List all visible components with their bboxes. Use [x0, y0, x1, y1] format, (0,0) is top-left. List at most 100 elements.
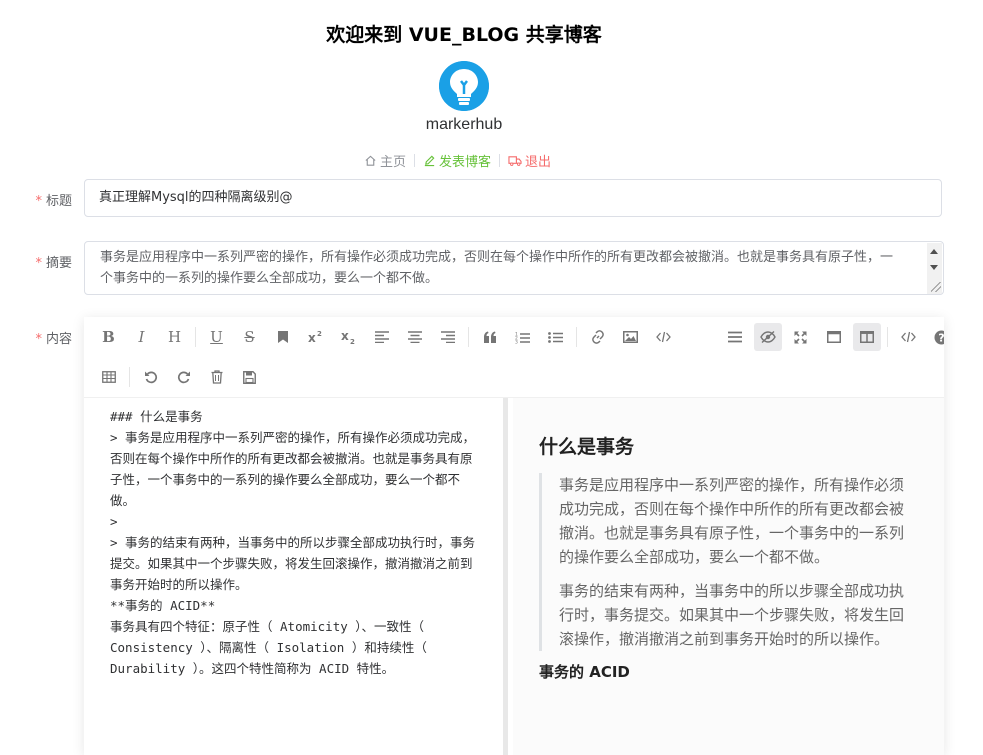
ordered-list-icon: 123 — [515, 331, 530, 344]
unordered-list-button[interactable] — [542, 323, 570, 351]
summary-text: 事务是应用程序中一系列严密的操作，所有操作必须成功完成，否则在每个操作中所作的所… — [100, 250, 894, 286]
preview-blockquote: 事务是应用程序中一系列严密的操作，所有操作必须成功完成，否则在每个操作中所作的所… — [539, 473, 918, 651]
bold-button[interactable]: B — [95, 323, 123, 351]
redo-button[interactable] — [170, 363, 198, 391]
toolbar-divider — [468, 327, 469, 347]
align-left-icon — [374, 331, 389, 343]
svg-text:2: 2 — [317, 330, 322, 338]
link-button[interactable] — [584, 323, 612, 351]
nav-home-label: 主页 — [380, 154, 407, 170]
title-input[interactable]: 真正理解Mysql的四种隔离级别@ — [84, 179, 942, 217]
ordered-list-button[interactable]: 123 — [509, 323, 537, 351]
quote-button[interactable] — [476, 323, 504, 351]
scroll-down-arrow-icon[interactable] — [930, 265, 938, 270]
subscript-button[interactable]: x2 — [335, 323, 363, 351]
unordered-list-icon — [548, 331, 563, 343]
avatar[interactable] — [439, 61, 489, 111]
summary-label-text: 摘要 — [45, 256, 72, 271]
toolbar-divider — [195, 327, 196, 347]
title-label: * 标题 — [0, 190, 72, 209]
header-icon: H — [167, 328, 182, 346]
undo-button[interactable] — [137, 363, 165, 391]
nav-logout-link[interactable]: 退出 — [508, 151, 551, 170]
mark-button[interactable] — [269, 323, 297, 351]
preview-quote-paragraph: 事务的结束有两种，当事务中的所以步骤全部成功执行时，事务提交。如果其中一个步骤失… — [559, 582, 905, 648]
header-button[interactable]: H — [161, 323, 189, 351]
username: markerhub — [425, 116, 503, 133]
svg-text:?: ? — [938, 331, 944, 344]
table-button[interactable] — [95, 363, 123, 391]
toolbar-row-2 — [92, 363, 266, 391]
edit-icon — [424, 155, 435, 166]
editor-toolbar: B I H U S x2 x2 1 2 3 — [84, 317, 944, 398]
site-title: 欢迎来到 VUE_BLOG 共享博客 — [326, 24, 602, 46]
resize-handle-icon[interactable] — [931, 282, 941, 292]
subscript-icon: x2 — [341, 330, 355, 344]
save-button[interactable] — [236, 363, 264, 391]
markdown-line: **事务的 ACID** — [110, 598, 216, 613]
summary-textarea[interactable]: 事务是应用程序中一系列严密的操作，所有操作必须成功完成，否则在每个操作中所作的所… — [84, 241, 944, 295]
scroll-up-arrow-icon[interactable] — [930, 249, 938, 254]
lightbulb-icon — [439, 61, 489, 111]
image-button[interactable] — [617, 323, 645, 351]
summary-label: * 摘要 — [0, 252, 72, 271]
undo-icon — [144, 371, 157, 384]
content-label-text: 内容 — [45, 332, 72, 347]
svg-text:x: x — [341, 330, 349, 343]
bold-icon: B — [102, 328, 115, 346]
required-mark: * — [35, 194, 42, 209]
underline-icon: U — [210, 328, 223, 346]
nav-divider — [414, 153, 416, 167]
fullscreen-button[interactable] — [787, 323, 815, 351]
columns-icon — [859, 331, 874, 343]
html-code-icon — [901, 331, 916, 343]
markdown-line: > 事务是应用程序中一系列严密的操作，所有操作必须成功完成，否则在每个操作中所作… — [110, 430, 476, 508]
quote-icon — [483, 331, 496, 343]
trash-icon — [211, 370, 222, 384]
save-icon — [243, 370, 256, 384]
help-button[interactable]: ? — [928, 323, 944, 351]
window-button[interactable] — [820, 323, 848, 351]
align-right-button[interactable] — [434, 323, 462, 351]
required-mark: * — [35, 332, 42, 347]
nav-home-link[interactable]: 主页 — [364, 151, 406, 170]
navigation-button[interactable] — [721, 323, 749, 351]
nav-write-label: 发表博客 — [439, 154, 492, 170]
strikethrough-icon: S — [244, 328, 255, 346]
image-icon — [623, 331, 638, 343]
toolbar-divider — [576, 327, 577, 347]
align-right-icon — [440, 331, 455, 343]
strikethrough-button[interactable]: S — [236, 323, 264, 351]
fullscreen-icon — [794, 330, 807, 344]
preview-subheading: 事务的 ACID — [539, 663, 630, 681]
svg-text:x: x — [308, 331, 316, 344]
trash-button[interactable] — [203, 363, 231, 391]
markdown-preview-pane: 什么是事务 事务是应用程序中一系列严密的操作，所有操作必须成功完成，否则在每个操… — [513, 398, 944, 755]
split-view-button[interactable] — [852, 323, 881, 351]
toolbar-row-1: B I H U S x2 x2 1 2 3 — [92, 323, 944, 351]
preview-quote-paragraph: 事务是应用程序中一系列严密的操作，所有操作必须成功完成，否则在每个操作中所作的所… — [559, 476, 905, 566]
link-icon — [591, 330, 604, 344]
markdown-line: 事务具有四个特征：原子性（ Atomicity ）、一致性（ Consisten… — [110, 619, 435, 676]
nav-write-link[interactable]: 发表博客 — [423, 151, 491, 170]
align-left-button[interactable] — [368, 323, 396, 351]
preview-heading: 什么是事务 — [539, 436, 635, 458]
toggle-preview-button[interactable] — [753, 323, 782, 351]
title-label-text: 标题 — [45, 194, 72, 209]
table-icon — [101, 371, 116, 383]
code-button[interactable] — [650, 323, 678, 351]
superscript-button[interactable]: x2 — [302, 323, 330, 351]
align-center-button[interactable] — [401, 323, 429, 351]
markdown-line: ### 什么是事务 — [110, 409, 203, 424]
redo-icon — [177, 371, 190, 384]
markdown-source-pane[interactable]: ### 什么是事务 > 事务是应用程序中一系列严密的操作，所有操作必须成功完成，… — [84, 398, 508, 755]
top-nav: 主页 发表博客 退出 — [364, 151, 551, 170]
italic-button[interactable]: I — [128, 323, 156, 351]
underline-button[interactable]: U — [203, 323, 231, 351]
svg-text:3: 3 — [515, 339, 518, 344]
markdown-line: > 事务的结束有两种，当事务中的所以步骤全部成功执行时，事务提交。如果其中一个步… — [110, 535, 476, 592]
html-code-button[interactable] — [895, 323, 923, 351]
align-center-icon — [407, 331, 422, 343]
italic-icon: I — [138, 328, 145, 346]
nav-logout-label: 退出 — [525, 154, 552, 170]
